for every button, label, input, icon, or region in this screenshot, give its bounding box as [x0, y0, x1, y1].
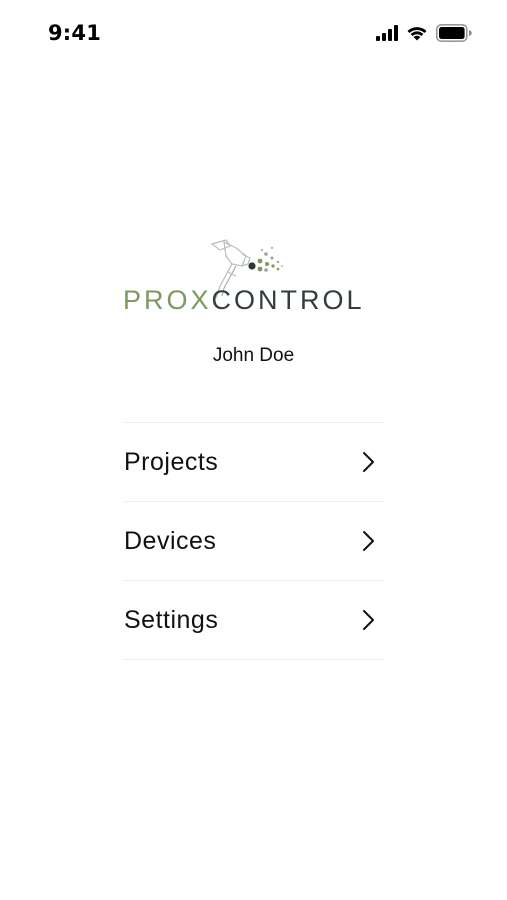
status-time: 9:41: [48, 21, 102, 45]
menu-item-settings[interactable]: Settings: [124, 581, 384, 660]
menu-item-projects[interactable]: Projects: [124, 423, 384, 502]
menu-item-label: Settings: [124, 605, 219, 634]
wifi-icon: [406, 25, 428, 41]
menu-item-devices[interactable]: Devices: [124, 502, 384, 581]
prox-control-logo: PROXCONTROL: [118, 236, 390, 320]
chevron-right-icon: [363, 610, 374, 630]
cellular-signal-icon: [376, 25, 398, 41]
battery-icon: [436, 24, 472, 42]
logo-text-prox: PROX: [123, 285, 212, 315]
chevron-right-icon: [363, 452, 374, 472]
user-name: John Doe: [212, 345, 295, 366]
logo-wordmark: PROXCONTROL: [123, 284, 365, 316]
status-bar: 9:41: [0, 0, 507, 68]
logo-text-control: CONTROL: [211, 285, 365, 315]
menu-item-label: Projects: [124, 447, 219, 476]
main-menu: Projects Devices Settings: [124, 422, 384, 660]
status-icons: [376, 24, 472, 42]
menu-item-label: Devices: [124, 526, 217, 555]
chevron-right-icon: [363, 531, 374, 551]
